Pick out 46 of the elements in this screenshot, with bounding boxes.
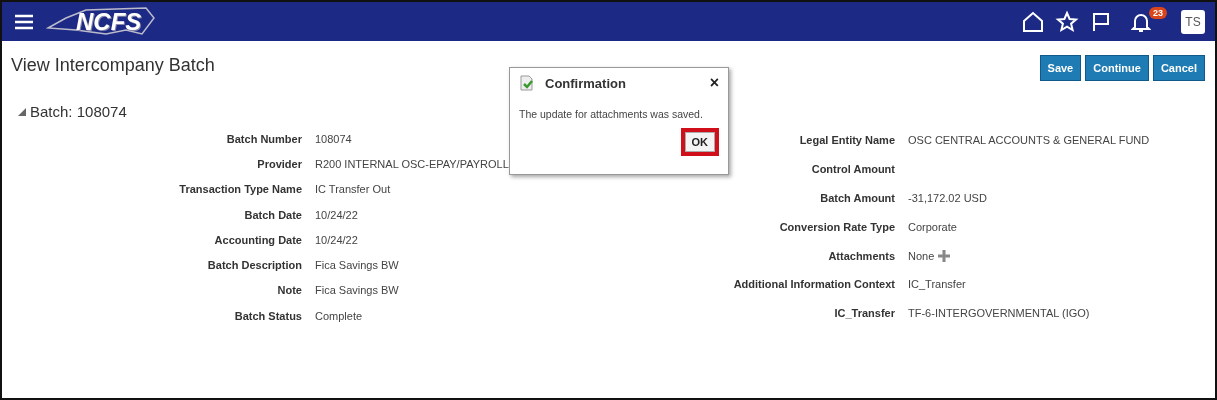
bell-icon[interactable] [1131, 11, 1151, 32]
field-label: Provider [256, 157, 302, 170]
field-label: Additional Information Context [732, 278, 895, 291]
action-button[interactable]: Cancel [1152, 55, 1205, 81]
field-value: -31,172.02 USD [908, 192, 987, 204]
field-value: IC Transfer Out [315, 183, 391, 196]
field-value: OSC CENTRAL ACCOUNTS & GENERAL FUND [908, 134, 1150, 147]
field-label: Batch Status [233, 309, 302, 322]
field-label: Transaction Type Name [178, 183, 302, 196]
field-value: Fica Savings BW [315, 284, 399, 297]
field-value: 10/24/22 [315, 233, 358, 246]
field-label: Attachments [827, 249, 895, 262]
field-value: TF-6-INTERGOVERNMENTAL (IGO) [908, 307, 1090, 320]
collapse-triangle-icon[interactable] [18, 107, 26, 116]
user-avatar[interactable]: TS [1181, 9, 1205, 34]
field-label: Batch Number [225, 132, 302, 145]
logo[interactable]: NCFS [46, 7, 158, 36]
field-value: Fica Savings BW [315, 259, 399, 272]
field-value: R200 INTERNAL OSC-EPAY/PAYROLL [315, 157, 509, 170]
notification-badge: 23 [1149, 6, 1167, 19]
field-label: Note [276, 284, 302, 297]
field-value: None [908, 249, 935, 262]
home-icon[interactable] [1021, 9, 1045, 34]
plus-icon[interactable] [938, 249, 951, 262]
field-value: Corporate [908, 220, 957, 233]
page-title: View Intercompany Batch [11, 55, 215, 77]
dialog-title: Confirmation [545, 75, 627, 91]
section-title: Batch: 108074 [30, 103, 127, 120]
action-button[interactable]: Continue [1085, 55, 1149, 81]
field-label: Conversion Rate Type [778, 220, 895, 233]
action-button[interactable]: Save [1039, 55, 1082, 81]
field-value: Complete [315, 309, 363, 322]
field-label: IC_Transfer [833, 307, 895, 320]
field-label: Batch Date [243, 208, 302, 221]
field-label: Batch Description [206, 259, 302, 272]
field-label: Control Amount [810, 163, 895, 176]
field-label: Legal Entity Name [798, 134, 895, 147]
field-value: IC_Transfer [908, 278, 966, 291]
field-value: 108074 [315, 132, 352, 145]
field-label: Batch Amount [819, 192, 895, 204]
document-check-icon [519, 75, 535, 91]
field-label: Accounting Date [213, 233, 302, 246]
field-value: 10/24/22 [315, 208, 358, 221]
star-icon[interactable] [1055, 9, 1079, 34]
dialog-message: The update for attachments was saved. [519, 108, 704, 120]
close-button[interactable]: × [709, 74, 719, 92]
